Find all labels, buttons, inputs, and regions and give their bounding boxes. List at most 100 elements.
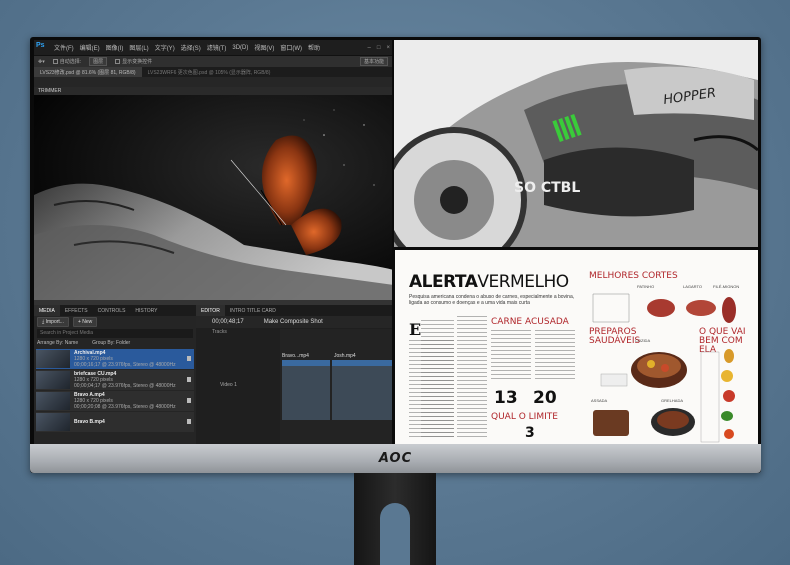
- clip-thumbnail: [36, 392, 70, 410]
- motorcycle-sketch-image: HOPPER SO CTBL: [394, 40, 758, 247]
- new-button[interactable]: + New: [72, 317, 98, 327]
- clip-thumbnail: [36, 413, 70, 431]
- stat-number: 20: [533, 388, 557, 408]
- media-search-input[interactable]: Search in Project Media: [37, 329, 193, 338]
- motorcycle-sketch-window: HOPPER SO CTBL: [394, 40, 758, 247]
- tab-effects[interactable]: EFFECTS: [60, 305, 93, 316]
- import-button[interactable]: ⤓ Import...: [37, 317, 69, 327]
- trimmer-title: TRIMMER: [34, 87, 394, 95]
- menu-edit[interactable]: 编辑(E): [80, 43, 100, 52]
- butterfly-hand-image: [34, 95, 394, 300]
- make-composite-button[interactable]: Make Composite Shot: [264, 319, 323, 325]
- clip-type-icon: [187, 398, 191, 403]
- checkbox-icon: [115, 59, 121, 65]
- tab-editor[interactable]: EDITOR: [196, 305, 225, 316]
- clip-meta: 00;00;20;08 @ 23.976fps, Stereo @ 48000H…: [74, 404, 176, 410]
- move-tool-icon[interactable]: ✥▾: [38, 59, 45, 65]
- show-transform-toggle[interactable]: 显示变换控件: [115, 58, 152, 65]
- media-clip[interactable]: Bravo A.mp4 1280 x 720 pixels 00;00;20;0…: [36, 391, 194, 411]
- timecode-display: 00;00;48;17: [212, 319, 244, 325]
- timeline-clip-label: Bravo...mp4: [282, 353, 309, 359]
- article-dropcap: E: [409, 320, 422, 339]
- layer-select-dropdown[interactable]: 图层: [89, 57, 108, 66]
- tab-history[interactable]: HISTORY: [130, 305, 162, 316]
- clip-type-icon: [187, 419, 191, 424]
- clip-info: Archival.mp4 1280 x 720 pixels 00;00;16;…: [74, 350, 176, 368]
- menu-image[interactable]: 图像(I): [106, 43, 124, 52]
- maximize-icon[interactable]: □: [377, 45, 381, 51]
- ps-options-bar: ✥▾ 自动选择: 图层 显示变换控件 基本功能: [34, 55, 394, 67]
- new-label: New: [82, 319, 93, 325]
- editor-tabs: EDITOR INTRO TITLE CARD: [196, 305, 394, 316]
- menu-filter[interactable]: 滤镜(T): [207, 43, 227, 52]
- clip-meta: 00;00;04;17 @ 23.976fps, Stereo @ 48000H…: [74, 383, 176, 389]
- clip-thumbnail: [36, 350, 70, 368]
- trimmer-panel: TRIMMER: [34, 87, 394, 305]
- minimize-icon[interactable]: –: [368, 45, 371, 51]
- tab-media[interactable]: MEDIA: [34, 305, 60, 316]
- section-melhores: MELHORES CORTES: [589, 271, 678, 281]
- ps-logo-icon: Ps: [36, 42, 45, 49]
- import-label: Import...: [45, 319, 64, 325]
- stat-number: 3: [525, 425, 535, 441]
- section-carne: CARNE ACUSADA: [491, 317, 569, 327]
- checkbox-icon: [52, 59, 58, 65]
- sketch-model-text: SO CTBL: [514, 180, 580, 196]
- clip-type-icon: [187, 377, 191, 382]
- stat-number: 13: [494, 388, 518, 408]
- ps-menubar: Ps 文件(F) 编辑(E) 图像(I) 图层(L) 文字(Y) 选择(S) 滤…: [34, 40, 394, 55]
- menu-3d[interactable]: 3D(D): [232, 45, 248, 51]
- clip-type-icon: [187, 356, 191, 361]
- arrange-dropdown[interactable]: Arrange By: Name: [37, 339, 78, 348]
- timeline-clip[interactable]: [282, 360, 330, 420]
- ps-document-tabs: LVS23修改.psd @ 81.6% (图层 81, RGB/8) LVS23…: [34, 67, 394, 77]
- menu-select[interactable]: 选择(S): [181, 43, 201, 52]
- media-clip[interactable]: Bravo B.mp4: [36, 412, 194, 432]
- article-column: [457, 316, 487, 440]
- clip-meta: 00;00;16;17 @ 23.976fps, Stereo @ 48000H…: [74, 362, 176, 368]
- tab-document-2[interactable]: LVS23WRF6 更次色图.psd @ 105% (显示器阵, RGB/8): [142, 67, 277, 77]
- article-column: [491, 330, 531, 380]
- video-track-label: Video 1: [220, 382, 237, 388]
- clip-name: Bravo B.mp4: [74, 419, 105, 425]
- photoshop-window: Ps 文件(F) 编辑(E) 图像(I) 图层(L) 文字(Y) 选择(S) 滤…: [34, 40, 394, 305]
- screen: Ps 文件(F) 编辑(E) 图像(I) 图层(L) 文字(Y) 选择(S) 滤…: [34, 40, 758, 444]
- magazine-subtitle: Pesquisa americana condena o abuso de ca…: [409, 294, 575, 306]
- menu-layer[interactable]: 图层(L): [129, 43, 148, 52]
- close-icon[interactable]: ×: [386, 45, 390, 51]
- tab-controls[interactable]: CONTROLS: [93, 305, 131, 316]
- auto-select-label: 自动选择:: [59, 59, 82, 65]
- media-toolbar: ⤓ Import... + New: [34, 316, 196, 328]
- menu-window[interactable]: 窗口(W): [280, 43, 302, 52]
- tracks-label: Tracks: [212, 329, 227, 335]
- media-clip[interactable]: briefcase CU.mp4 1280 x 720 pixels 00;00…: [36, 370, 194, 390]
- vegetables-image: [700, 349, 735, 443]
- editor-panel: EDITOR INTRO TITLE CARD 00;00;48;17 Make…: [196, 305, 394, 444]
- menu-view[interactable]: 视图(V): [254, 43, 274, 52]
- clip-info: briefcase CU.mp4 1280 x 720 pixels 00;00…: [74, 371, 176, 389]
- show-transform-label: 显示变换控件: [122, 59, 153, 65]
- tab-document-1[interactable]: LVS23修改.psd @ 81.6% (图层 81, RGB/8): [34, 67, 142, 77]
- menu-help[interactable]: 帮助: [308, 43, 320, 52]
- timeline-clip[interactable]: [332, 360, 394, 420]
- magazine-title: ALERTAVERMELHO: [409, 272, 569, 292]
- dishes-image: [593, 352, 695, 436]
- monitor-stand: [354, 473, 436, 565]
- media-panel: MEDIA EFFECTS CONTROLS HISTORY ⤓ Import.…: [34, 305, 196, 444]
- monitor-bezel: AOC: [30, 444, 761, 473]
- tab-intro-title-card[interactable]: INTRO TITLE CARD: [225, 305, 281, 316]
- group-dropdown[interactable]: Group By: Folder: [92, 339, 130, 348]
- preparo-label: COZIDA: [635, 338, 651, 343]
- menu-file[interactable]: 文件(F): [54, 43, 74, 52]
- title-rest: VERMELHO: [477, 272, 569, 292]
- media-clip[interactable]: Archival.mp4 1280 x 720 pixels 00;00;16;…: [36, 349, 194, 369]
- magazine-window: ALERTAVERMELHO Pesquisa americana conden…: [395, 250, 758, 444]
- title-bold: ALERTA: [409, 272, 478, 292]
- auto-select-toggle[interactable]: 自动选择:: [52, 58, 82, 65]
- workspace-dropdown[interactable]: 基本功能: [359, 57, 388, 66]
- article-column: [409, 340, 454, 440]
- menu-type[interactable]: 文字(Y): [155, 43, 175, 52]
- timeline-clip-label: Josh.mp4: [334, 353, 356, 359]
- media-tabs: MEDIA EFFECTS CONTROLS HISTORY: [34, 305, 196, 316]
- video-viewer: [34, 95, 394, 300]
